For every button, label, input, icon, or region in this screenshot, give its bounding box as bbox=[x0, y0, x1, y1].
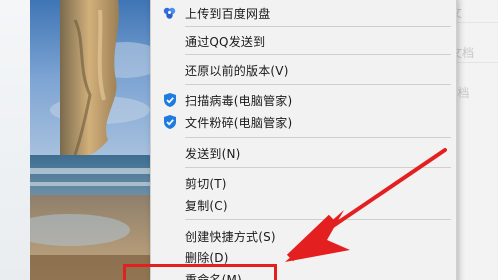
menu-item-label: 创建快捷方式(S) bbox=[185, 230, 276, 244]
desktop-background bbox=[0, 0, 30, 280]
menu-separator bbox=[185, 219, 451, 220]
menu-item-label: 发送到(N) bbox=[185, 147, 241, 161]
context-menu: 上传到百度网盘 通过QQ发送到 还原以前的版本(V) 扫描病毒(电脑管家) 文件… bbox=[150, 0, 457, 280]
menu-separator bbox=[185, 137, 451, 138]
menu-item-label: 文件粉碎(电脑管家) bbox=[185, 116, 293, 130]
menu-item-restore-previous-versions[interactable]: 还原以前的版本(V) bbox=[151, 59, 456, 81]
background-file-window: rd 文 rd 文档 d 文档 bbox=[434, 0, 498, 280]
menu-item-cut[interactable]: 剪切(T) bbox=[151, 172, 456, 194]
menu-separator bbox=[185, 54, 451, 55]
list-row-divider bbox=[456, 62, 498, 63]
list-row-divider bbox=[456, 22, 498, 23]
menu-separator bbox=[185, 26, 451, 27]
menu-item-copy[interactable]: 复制(C) bbox=[151, 194, 456, 216]
menu-item-label: 还原以前的版本(V) bbox=[185, 64, 289, 78]
menu-item-label: 剪切(T) bbox=[185, 177, 227, 191]
baidu-netdisk-icon bbox=[162, 5, 178, 21]
menu-item-label: 复制(C) bbox=[185, 199, 228, 213]
menu-item-create-shortcut[interactable]: 创建快捷方式(S) bbox=[151, 225, 456, 247]
menu-item-scan-virus[interactable]: 扫描病毒(电脑管家) bbox=[151, 89, 456, 111]
menu-item-label: 通过QQ发送到 bbox=[185, 35, 266, 49]
menu-item-shred-file[interactable]: 文件粉碎(电脑管家) bbox=[151, 111, 456, 133]
menu-item-upload-baidu-netdisk[interactable]: 上传到百度网盘 bbox=[151, 2, 456, 24]
rename-highlight-box bbox=[123, 264, 277, 280]
menu-item-label: 扫描病毒(电脑管家) bbox=[185, 94, 293, 108]
tencent-pc-manager-shield-icon bbox=[162, 92, 178, 108]
desktop-screen: rd 文 rd 文档 d 文档 上传到百度网盘 通过QQ发送到 还原以前的版本(… bbox=[0, 0, 498, 280]
menu-item-label: 上传到百度网盘 bbox=[185, 7, 271, 21]
menu-item-send-to[interactable]: 发送到(N) bbox=[151, 142, 456, 164]
menu-item-send-via-qq[interactable]: 通过QQ发送到 bbox=[151, 30, 456, 52]
tencent-pc-manager-shield-icon bbox=[162, 114, 178, 130]
menu-separator bbox=[185, 84, 451, 85]
menu-separator bbox=[185, 167, 451, 168]
wallpaper-photo bbox=[30, 0, 150, 280]
